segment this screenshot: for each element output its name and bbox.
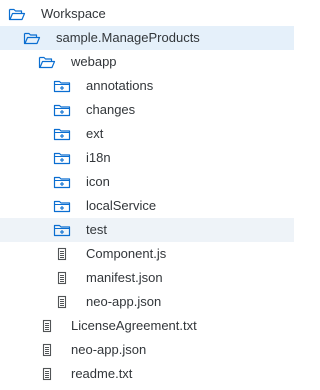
tree-item-label: Workspace (41, 6, 106, 21)
folder-open-icon (38, 54, 56, 70)
workspace-file-tree: Workspace sample.ManageProducts webapp anno… (0, 0, 294, 390)
tree-item-label: localService (86, 198, 157, 213)
tree-item-changes[interactable]: changes (0, 98, 294, 122)
tree-item-test[interactable]: test (0, 218, 294, 242)
file-icon (53, 294, 71, 310)
folder-closed-icon (53, 126, 71, 142)
file-icon (53, 270, 71, 286)
tree-item-label: icon (86, 174, 110, 189)
file-icon (38, 318, 56, 334)
tree-item-label: test (86, 222, 107, 237)
tree-item-manifest-json[interactable]: manifest.json (0, 266, 294, 290)
tree-item-component-js[interactable]: Component.js (0, 242, 294, 266)
tree-item-label: manifest.json (86, 270, 163, 285)
tree-item-label: neo-app.json (71, 342, 147, 357)
tree-item-neo-app-json[interactable]: neo-app.json (0, 338, 294, 362)
folder-closed-icon (53, 150, 71, 166)
folder-open-icon (23, 30, 41, 46)
tree-item-label: Component.js (86, 246, 167, 261)
file-icon (38, 342, 56, 358)
file-icon (53, 246, 71, 262)
folder-closed-icon (53, 78, 71, 94)
tree-item-annotations[interactable]: annotations (0, 74, 294, 98)
file-icon (38, 366, 56, 382)
tree-item-label: readme.txt (71, 366, 133, 381)
tree-item-label: sample.ManageProducts (56, 30, 200, 45)
tree-item-label: annotations (86, 78, 154, 93)
folder-closed-icon (53, 222, 71, 238)
tree-item-label: i18n (86, 150, 111, 165)
tree-item-licenseagreement-txt[interactable]: LicenseAgreement.txt (0, 314, 294, 338)
tree-item-label: ext (86, 126, 104, 141)
folder-open-icon (8, 6, 26, 22)
folder-closed-icon (53, 102, 71, 118)
tree-item-sample-manageproducts[interactable]: sample.ManageProducts (0, 26, 294, 50)
tree-item-icon[interactable]: icon (0, 170, 294, 194)
tree-item-localservice[interactable]: localService (0, 194, 294, 218)
tree-item-label: webapp (71, 54, 117, 69)
tree-item-readme-txt[interactable]: readme.txt (0, 362, 294, 386)
tree-item-i18n[interactable]: i18n (0, 146, 294, 170)
tree-item-label: neo-app.json (86, 294, 162, 309)
folder-closed-icon (53, 198, 71, 214)
tree-item-workspace[interactable]: Workspace (0, 2, 294, 26)
folder-closed-icon (53, 174, 71, 190)
tree-item-label: LicenseAgreement.txt (71, 318, 197, 333)
tree-item-webapp[interactable]: webapp (0, 50, 294, 74)
tree-item-neo-app-json[interactable]: neo-app.json (0, 290, 294, 314)
tree-item-ext[interactable]: ext (0, 122, 294, 146)
tree-item-label: changes (86, 102, 136, 117)
